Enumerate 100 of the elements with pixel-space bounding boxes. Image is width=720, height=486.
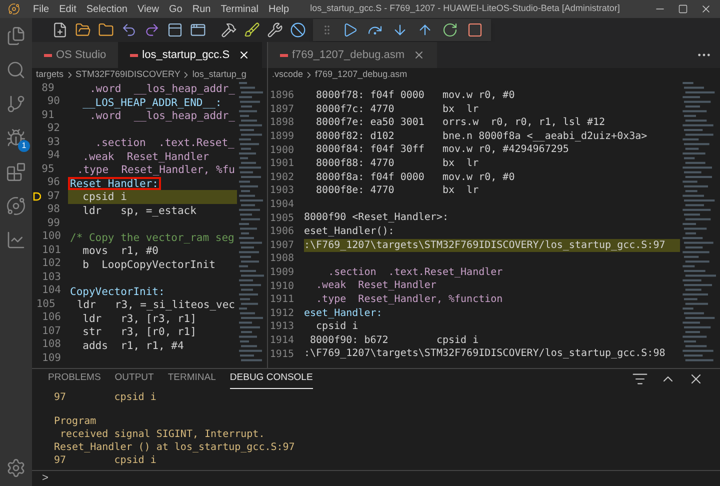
line-number: 1912 — [268, 306, 295, 321]
folder-icon[interactable] — [98, 22, 114, 38]
restart-icon[interactable] — [442, 22, 458, 38]
current-line-icon — [33, 192, 41, 202]
line-number: 92 — [46, 121, 61, 136]
redo-icon[interactable] — [144, 22, 160, 38]
breadcrumb[interactable]: targets — [36, 68, 64, 82]
close-icon[interactable] — [238, 49, 250, 61]
menu-item[interactable]: File — [28, 2, 54, 16]
panel-tab[interactable]: TERMINAL — [168, 369, 216, 389]
menu-item[interactable]: Help — [264, 2, 294, 16]
line-number: 89 — [40, 82, 56, 96]
console-line: Reset_Handler () at los_startup_gcc.S:97 — [54, 442, 295, 453]
code-line: b LoopCopyVectorInit — [82, 258, 216, 271]
code-line: .weak Reset_Handler — [82, 150, 210, 163]
explorer-icon[interactable] — [6, 26, 26, 46]
code-line: 8000f82: d102 bne.n 8000f8a <__aeabi_d2uiz+0x3a> — [315, 130, 648, 144]
continue-icon[interactable] — [342, 22, 358, 38]
line-number: 103 — [42, 270, 62, 285]
line-number: 1908 — [268, 252, 295, 266]
maximize-icon[interactable] — [678, 4, 688, 14]
menu-item[interactable]: View — [132, 2, 164, 16]
menu-item[interactable]: Terminal — [216, 2, 264, 16]
code-line: .section .text.Reset_Handler — [327, 266, 503, 280]
window-icon[interactable] — [167, 22, 183, 38]
code-line: eset_Handler(): — [304, 224, 394, 239]
file-type-icon — [44, 54, 52, 56]
line-number: 1903 — [268, 184, 295, 198]
close-icon[interactable] — [700, 3, 712, 15]
undo-icon[interactable] — [121, 22, 137, 38]
panel-tab[interactable]: OUTPUT — [114, 369, 154, 389]
code-line: .word __los_heap_addr_ — [88, 109, 236, 122]
line-number: 1914 — [268, 334, 295, 348]
line-number: 108 — [42, 337, 62, 352]
editor-tab[interactable]: los_startup_gcc.S — [118, 42, 262, 68]
menu-item[interactable]: Go — [164, 2, 188, 16]
hammer-icon[interactable] — [221, 22, 237, 38]
step-out-icon[interactable] — [417, 22, 433, 38]
ban-icon[interactable] — [290, 22, 306, 38]
code-line: cpsid i — [315, 320, 358, 334]
line-number: 1902 — [268, 170, 295, 185]
breadcrumb[interactable]: .vscode — [272, 68, 304, 82]
menu-item[interactable]: Edit — [54, 2, 82, 16]
code-line: adds r1, r1, #4 — [82, 338, 185, 352]
line-number: 1904 — [268, 198, 295, 212]
line-number: 106 — [42, 310, 62, 326]
breadcrumb[interactable]: los_startup_g — [192, 68, 246, 82]
line-number: 99 — [46, 216, 61, 231]
line-number: 1915 — [268, 348, 295, 362]
line-number: 1897 — [268, 102, 295, 117]
code-line: eset_Handler: — [304, 306, 382, 320]
search-icon[interactable] — [6, 60, 26, 80]
breadcrumb[interactable]: f769_1207_debug.asm — [315, 68, 408, 82]
code-line: ldr sp, =_estack — [82, 204, 198, 217]
tab-label: los_startup_gcc.S — [142, 48, 230, 63]
code-line: :\F769_1207\targets\STM32F769IDISCOVERY/los_startup_gcc.S:98 — [304, 347, 666, 361]
file-type-icon — [130, 54, 138, 56]
code-line: 8000f90: b672 cpsid i — [309, 334, 479, 348]
wrench-icon[interactable] — [267, 22, 283, 38]
list-icon[interactable] — [632, 371, 648, 387]
editor-tab[interactable]: OS Studio — [32, 42, 118, 68]
line-number: 1899 — [268, 130, 295, 144]
orbit-icon[interactable] — [6, 196, 26, 216]
menu-item[interactable]: Selection — [81, 2, 132, 16]
extensions-icon[interactable] — [6, 162, 26, 182]
console-line: 97 cpsid i — [54, 392, 156, 403]
broom-icon[interactable] — [244, 22, 260, 38]
code-line: ldr r3, [r3, r1] — [82, 312, 198, 325]
folder-icon[interactable] — [75, 22, 91, 38]
panel-tab[interactable]: PROBLEMS — [48, 369, 101, 389]
console-line: Program — [54, 416, 96, 427]
line-number: 109 — [42, 350, 62, 366]
line-number: 96 — [46, 175, 61, 190]
tab-label: f769_1207_debug.asm — [292, 48, 405, 63]
stop-icon[interactable] — [467, 22, 483, 38]
line-number: 1909 — [268, 266, 295, 280]
menu-item[interactable]: Run — [187, 2, 216, 16]
panel-tab[interactable]: DEBUG CONSOLE — [230, 369, 313, 389]
notification-badge: 1 — [18, 140, 30, 152]
settings-icon[interactable] — [6, 458, 26, 478]
debug-icon[interactable] — [6, 128, 26, 148]
line-number: 1911 — [268, 293, 295, 308]
source-control-icon[interactable] — [6, 94, 26, 114]
editor-tab[interactable]: f769_1207_debug.asm — [268, 42, 437, 68]
line-number: 1896 — [268, 89, 295, 104]
new-file-icon[interactable] — [52, 22, 68, 38]
console-line: 97 cpsid i — [54, 455, 156, 466]
code-line: .section .text.Reset_ — [94, 136, 236, 150]
line-number: 1913 — [268, 320, 295, 334]
line-number: 1906 — [268, 225, 295, 240]
console-input[interactable]: > — [32, 470, 720, 486]
prompt-symbol: > — [42, 471, 48, 486]
code-line: str r3, [r0, r1] — [82, 325, 198, 338]
window-title: los_startup_gcc.S - F769_1207 - HUAWEI-LiteOS-Studio-Beta [Administrator] — [310, 2, 620, 16]
code-line: 8000f78: f04f 0000 mov.w r0, #0 — [315, 89, 515, 103]
window-icon[interactable] — [190, 22, 206, 38]
chart-icon[interactable] — [6, 230, 26, 250]
file-type-icon — [280, 54, 288, 56]
step-into-icon[interactable] — [392, 22, 408, 38]
breadcrumb[interactable]: STM32F769IDISCOVERY — [76, 68, 180, 82]
